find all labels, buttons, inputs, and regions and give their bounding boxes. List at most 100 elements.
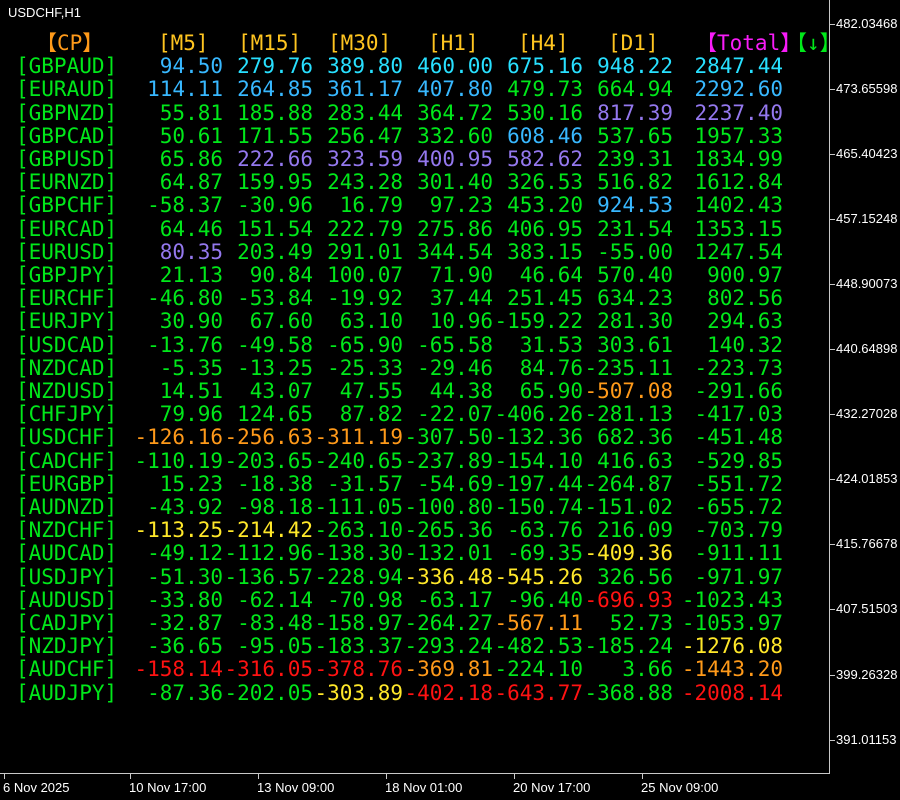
value-d1: -281.13: [584, 402, 673, 427]
price-tick: [830, 24, 835, 25]
value-m30: -31.57: [327, 471, 403, 496]
value-h1: 10.96: [429, 309, 493, 334]
time-tick: [642, 774, 643, 779]
value-d1: 231.54: [597, 216, 673, 241]
value-total: -1023.43: [681, 587, 783, 612]
table-row: [CHFJPY] 79.96 124.65 87.82 -22.07 -406.26 -28…: [16, 403, 836, 426]
pair-label: [NZDUSD]: [16, 379, 118, 403]
price-tick: [830, 349, 835, 351]
value-h4: 675.16: [507, 54, 583, 79]
value-h1: -307.50: [404, 425, 493, 450]
price-label: 415.76678: [836, 536, 898, 552]
value-h1: 460.00: [417, 54, 493, 79]
table-row: [USDCHF] -126.16 -256.63 -311.19 -307.50 -132…: [16, 426, 836, 449]
value-m30: -311.19: [314, 425, 403, 450]
value-m30: 16.79: [339, 193, 403, 218]
pair-label: [CHFJPY]: [16, 402, 118, 427]
value-m15: -62.14: [237, 587, 313, 612]
price-label: 432.27028: [836, 406, 898, 422]
value-total: -911.11: [694, 541, 783, 566]
value-h4: -96.40: [507, 587, 583, 612]
pair-label: [USDCAD]: [16, 332, 118, 357]
value-m15: -112.96: [224, 541, 313, 566]
value-h4: -159.22: [494, 309, 583, 334]
value-total: 900.97: [707, 263, 783, 287]
value-m5: 64.46: [159, 216, 223, 241]
chart-area[interactable]: USDCHF,H1 【CP】 [M5] [M15] [M30] [H1] [H4] [D1]…: [0, 0, 841, 774]
chart-title: USDCHF,H1: [8, 5, 81, 20]
header-m15: [M15]: [238, 31, 302, 55]
value-d1: 216.09: [597, 518, 673, 543]
pair-label: [NZDJPY]: [16, 634, 118, 659]
value-m15: -49.58: [237, 332, 313, 357]
value-d1: 3.66: [622, 657, 673, 682]
value-m30: -65.90: [327, 332, 403, 357]
value-m5: -87.36: [147, 680, 223, 705]
table-row: [NZDUSD] 14.51 43.07 47.55 44.38 65.90 -507.08…: [16, 380, 836, 403]
table-row: [GBPCHF] -58.37 -30.96 16.79 97.23 453.20 924.…: [16, 194, 836, 217]
pair-label: [AUDCAD]: [16, 541, 118, 566]
value-m30: -111.05: [314, 495, 403, 519]
value-total: 294.63: [707, 309, 783, 334]
value-total: -451.48: [694, 425, 783, 450]
value-m15: -316.05: [224, 657, 313, 682]
value-h1: -22.07: [417, 402, 493, 427]
price-axis[interactable]: 482.03468 473.65598 465.40423 457.15248 448.…: [830, 0, 900, 773]
pair-label: [GBPCHF]: [16, 193, 118, 218]
value-d1: 303.61: [597, 332, 673, 357]
value-total: -655.72: [694, 495, 783, 519]
value-m15: 67.60: [249, 309, 313, 334]
value-m30: -19.92: [327, 286, 403, 311]
pair-label: [EURAUD]: [16, 77, 118, 102]
value-m15: -136.57: [224, 564, 313, 589]
value-total: 2847.44: [694, 54, 783, 79]
pair-label: [CADCHF]: [16, 448, 118, 473]
value-m5: 65.86: [159, 147, 223, 171]
value-d1: -151.02: [584, 495, 673, 519]
value-h4: 46.64: [519, 263, 583, 287]
header-row: 【CP】 [M5] [M15] [M30] [H1] [H4] [D1] 【Total】 【↓】: [16, 31, 841, 55]
value-h4: 383.15: [507, 239, 583, 264]
value-h1: -100.80: [404, 495, 493, 519]
value-h4: 479.73: [507, 77, 583, 102]
table-row: [GBPJPY] 21.13 90.84 100.07 71.90 46.64 570.40…: [16, 264, 836, 287]
table-row: [EURGBP] 15.23 -18.38 -31.57 -54.69 -197.44 -2…: [16, 471, 836, 496]
table-row: [EURAUD] 114.11 264.85 361.17 407.80 479.73 66…: [16, 78, 836, 101]
value-total: 802.56: [707, 286, 783, 311]
value-m5: -49.12: [147, 541, 223, 566]
value-d1: 537.65: [597, 123, 673, 148]
header-h1: [H1]: [428, 31, 479, 55]
value-h1: 301.40: [417, 170, 493, 195]
value-m15: -18.38: [237, 471, 313, 496]
table-row: [EURCHF] -46.80 -53.84 -19.92 37.44 251.45 634…: [16, 287, 836, 310]
value-h1: 364.72: [417, 100, 493, 125]
value-m15: -256.63: [224, 425, 313, 450]
value-m5: -43.92: [147, 495, 223, 519]
value-m15: -83.48: [237, 611, 313, 635]
value-h4: 31.53: [519, 332, 583, 357]
value-m15: -13.25: [237, 355, 313, 380]
value-m30: -240.65: [314, 448, 403, 473]
value-h1: -29.46: [417, 355, 493, 380]
value-m5: 30.90: [159, 309, 223, 334]
value-m15: 159.95: [237, 170, 313, 195]
value-total: 140.32: [707, 332, 783, 357]
value-total: -529.85: [694, 448, 783, 473]
price-tick: [830, 479, 835, 481]
value-h4: -63.76: [507, 518, 583, 543]
value-m15: 203.49: [237, 239, 313, 264]
value-m15: -203.65: [224, 448, 313, 473]
price-tick: [830, 674, 835, 676]
pair-label: [GBPJPY]: [16, 263, 118, 287]
price-tick: [830, 89, 835, 91]
time-axis[interactable]: 6 Nov 2025 10 Nov 17:00 13 Nov 09:00 18 Nov…: [0, 774, 830, 800]
price-label: 473.65598: [836, 81, 898, 97]
value-m5: -46.80: [147, 286, 223, 311]
value-d1: 664.94: [597, 77, 673, 102]
value-m5: 80.35: [159, 239, 223, 264]
table-row: [AUDUSD] -33.80 -62.14 -70.98 -63.17 -96.40 -6…: [16, 587, 836, 612]
value-m5: -5.35: [159, 355, 223, 380]
table-row: [AUDJPY] -87.36 -202.05 -303.89 -402.18 -643.…: [16, 680, 836, 705]
value-total: -417.03: [694, 402, 783, 427]
table-row: [GBPCAD] 50.61 171.55 256.47 332.60 608.46 537…: [16, 123, 836, 148]
